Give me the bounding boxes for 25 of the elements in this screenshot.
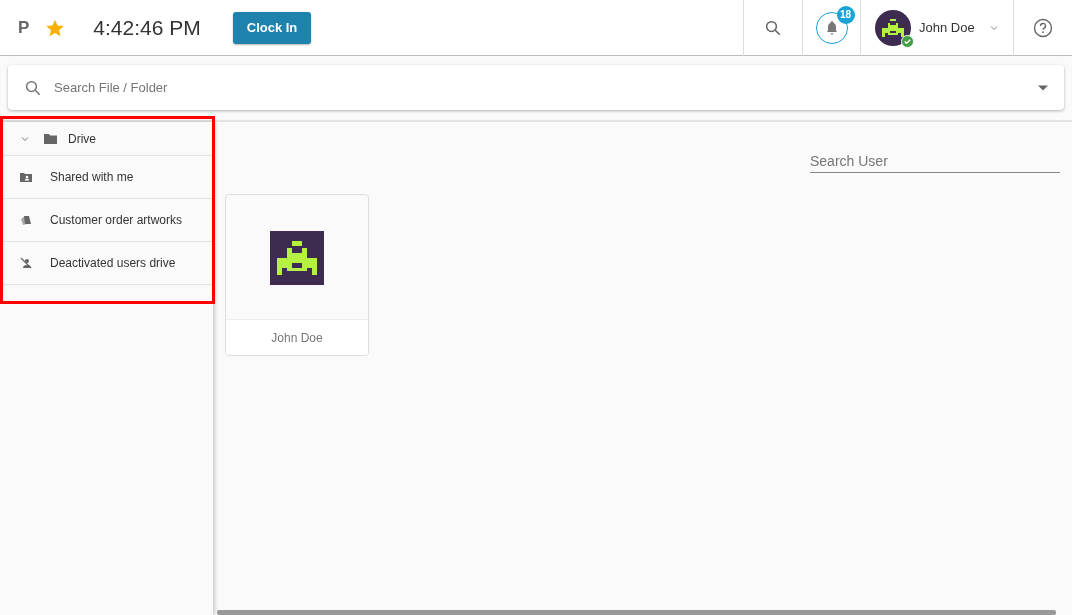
search-bar[interactable]: Search File / Folder xyxy=(8,65,1064,110)
scrollbar[interactable] xyxy=(217,610,1056,615)
help-icon[interactable] xyxy=(1033,17,1053,38)
notification-count: 18 xyxy=(836,5,855,24)
user-avatar xyxy=(270,231,324,285)
clock-time: 4:42:46 PM xyxy=(93,15,201,40)
sidebar-item[interactable]: Customer order artworks xyxy=(0,199,213,242)
user-card[interactable]: John Doe xyxy=(225,194,369,356)
user-name[interactable]: John Doe xyxy=(919,20,975,35)
tree-item[interactable]: Drive xyxy=(0,122,213,156)
sidebar-item[interactable]: Shared with me xyxy=(0,156,213,199)
dropdown-arrow-icon[interactable] xyxy=(1038,84,1048,91)
clock-in-button[interactable]: Clock In xyxy=(232,11,312,44)
folder-icon xyxy=(44,133,57,144)
file-search-field[interactable]: Search File / Folder xyxy=(52,79,1038,96)
sidebar-item[interactable]: Deactivated users drive xyxy=(0,242,213,285)
search-icon[interactable] xyxy=(764,18,782,37)
app-logo[interactable]: P xyxy=(18,17,30,38)
search-icon xyxy=(24,78,42,97)
shared-folder-icon xyxy=(20,171,32,183)
user-avatar[interactable] xyxy=(875,9,911,46)
user-search-field[interactable]: Search User xyxy=(810,150,1060,173)
user-card-name: John Doe xyxy=(226,319,368,355)
user-off-icon xyxy=(20,257,32,269)
stacked-pages-icon xyxy=(20,214,32,226)
